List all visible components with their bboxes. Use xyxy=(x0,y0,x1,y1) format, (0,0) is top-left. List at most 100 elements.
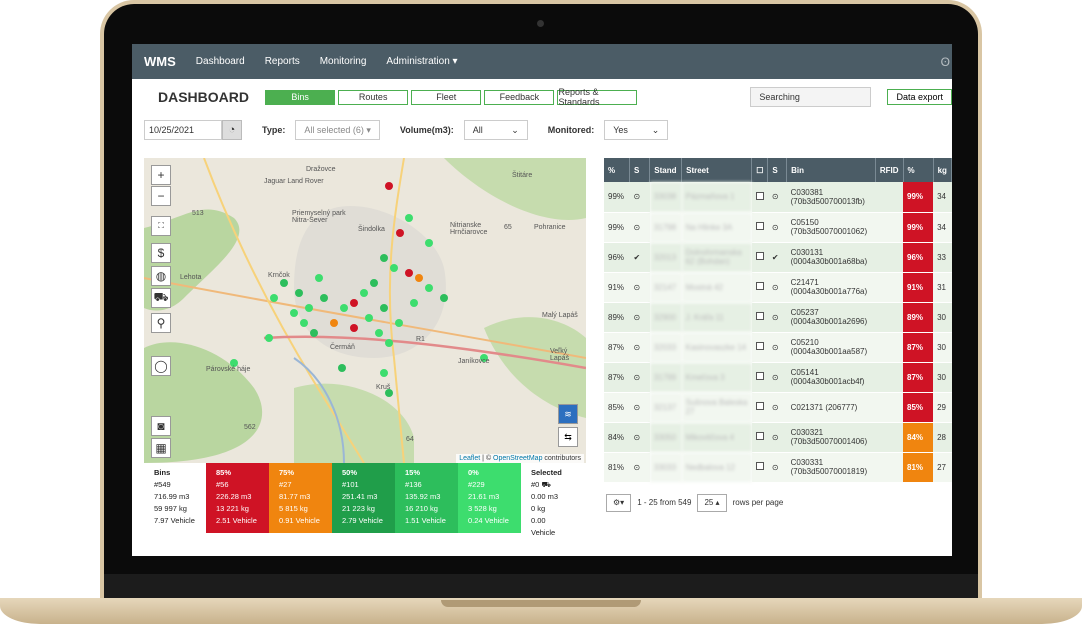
data-export-button[interactable]: Data export xyxy=(887,89,952,105)
type-label: Type: xyxy=(262,125,286,135)
tab-feedback[interactable]: Feedback xyxy=(484,89,555,105)
col-header-bin[interactable]: Bin xyxy=(786,158,876,182)
row-checkbox[interactable] xyxy=(751,242,768,273)
checkbox[interactable] xyxy=(755,282,764,290)
gear-icon[interactable]: ⚙▾ xyxy=(606,493,632,512)
volume-select[interactable]: All ⌄ xyxy=(463,120,528,140)
bins-map[interactable]: Dražovce Jaguar Land Rover Štitáre Priem… xyxy=(144,158,586,463)
stats-level-15[interactable]: 15% #136 135.92 m3 16 210 kg 1.51 Vehicl… xyxy=(395,463,458,533)
nav-dashboard[interactable]: Dashboard xyxy=(196,56,245,67)
search-input[interactable]: Searching xyxy=(750,87,872,107)
row-checkbox[interactable] xyxy=(751,452,768,483)
col-header-kg[interactable]: kg xyxy=(933,158,952,182)
table-row[interactable]: 99% ⊙ 31798 Na Hlinke 3A ⊙ C05150 (70b3d500700… xyxy=(604,212,952,243)
cell-rfid xyxy=(875,272,903,303)
status-icon: ⊙ xyxy=(629,302,650,333)
brand-logo[interactable]: WMS xyxy=(144,54,176,69)
table-row[interactable]: 91% ⊙ 32147 Mostná 42 ⊙ C21471 (0004a30b001a77… xyxy=(604,272,952,303)
page-size-select[interactable]: 25 ▴ xyxy=(697,493,727,512)
fullscreen-icon[interactable]: ⛶ xyxy=(151,216,171,236)
stats-level-50[interactable]: 50% #101 251.41 m3 21 223 kg 2.79 Vehicl… xyxy=(332,463,395,533)
table-row[interactable]: 84% ⊙ 33050 Mikovtičova 4 ⊙ C030321 (70b3d5007… xyxy=(604,422,952,453)
cell-rfid xyxy=(875,422,903,453)
cell-pct2: 84% xyxy=(903,422,934,453)
checkbox[interactable] xyxy=(755,372,764,380)
select-all-checkbox[interactable]: ☐ xyxy=(751,158,769,182)
col-header-pct[interactable]: % xyxy=(604,158,631,182)
cell-pct: 87% xyxy=(604,332,630,363)
col-header-pct2[interactable]: % xyxy=(903,158,934,182)
table-row[interactable]: 96% ✔ 32013 Dolnohrmanska 62 (Bohdan) ✔ C0301… xyxy=(604,242,952,273)
row-checkbox[interactable] xyxy=(751,272,768,303)
cell-pct2: 99% xyxy=(903,182,934,213)
osm-link[interactable]: OpenStreetMap xyxy=(493,455,542,462)
attribution-tail: contributors xyxy=(542,455,581,462)
tab-routes[interactable]: Routes xyxy=(338,89,409,105)
stats-level-85[interactable]: 85% #56 226.28 m3 13 221 kg 2.51 Vehicle xyxy=(206,463,269,533)
monitored-select[interactable]: Yes ⌄ xyxy=(604,120,669,140)
bin-id: C030381 xyxy=(790,187,824,197)
table-row[interactable]: 85% ⊙ 32137 Sušnova Baleska 27 ⊙ C021371 (206… xyxy=(604,392,952,423)
col-header-street[interactable]: Street xyxy=(681,158,753,182)
stats-level-0[interactable]: 0% #229 21.61 m3 3 528 kg 0.24 Vehicle xyxy=(458,463,521,533)
row-checkbox[interactable] xyxy=(751,332,768,363)
tab-fleet[interactable]: Fleet xyxy=(411,89,482,105)
nav-administration[interactable]: Administration ▾ xyxy=(386,56,457,67)
pin-swap-icon[interactable]: ⇆ xyxy=(558,427,578,447)
col-header-status2[interactable]: S xyxy=(767,158,788,182)
stats-level-volume: 251.41 m3 xyxy=(342,492,378,501)
checkbox[interactable] xyxy=(755,402,764,410)
col-header-stand[interactable]: Stand xyxy=(649,158,683,182)
stats-level-75[interactable]: 75% #27 81.77 m3 5 815 kg 0.91 Vehicle xyxy=(269,463,332,533)
truck-icon[interactable]: ⛟ xyxy=(541,480,550,489)
layers-icon[interactable]: ≋ xyxy=(558,404,578,424)
zoom-out-icon[interactable]: − xyxy=(151,186,171,206)
type-select[interactable]: All selected (6) ▾ xyxy=(295,120,380,140)
zoom-in-icon[interactable]: + xyxy=(151,165,171,185)
stats-level-count: #136 xyxy=(405,480,422,489)
table-row[interactable]: 81% ⊙ 33033 Nedbalova 12 ⊙ C030331 (70b3d50070… xyxy=(604,452,952,483)
moneybag-icon[interactable]: $ xyxy=(151,243,171,263)
cell-street: Dolnohrmanska 62 (Bohdan) xyxy=(681,242,752,273)
table-row[interactable]: 87% ⊙ 31799 Kmeťova 3 ⊙ C05141 (0004a30b001acb… xyxy=(604,362,952,393)
tab-reports-standards[interactable]: Reports & Standards xyxy=(557,87,638,107)
table-row[interactable]: 89% ⊙ 32900 J. Kráľa 11 ⊙ C05237 (0004a30b001a… xyxy=(604,302,952,333)
stats-level-weight: 3 528 kg xyxy=(468,504,497,513)
monitored-label: Monitored: xyxy=(547,125,595,135)
lasso-icon[interactable]: ◯ xyxy=(151,356,171,376)
cell-pct: 85% xyxy=(604,392,630,423)
nav-reports[interactable]: Reports xyxy=(265,56,300,67)
checkbox[interactable] xyxy=(755,462,764,470)
screenshot-icon[interactable]: ◙ xyxy=(151,416,171,436)
truck-icon[interactable]: ⛟ xyxy=(151,288,171,308)
table-row[interactable]: 99% ⊙ 33038 Pázmaňova 1 ⊙ C030381 (70b3d500700… xyxy=(604,182,952,213)
cell-street: Sušnova Baleska 27 xyxy=(681,392,752,423)
checkbox[interactable] xyxy=(755,312,764,320)
calendar-icon[interactable]: ◔ xyxy=(222,120,242,140)
nav-monitoring[interactable]: Monitoring xyxy=(320,56,367,67)
globe-icon[interactable]: ◍ xyxy=(151,266,171,286)
user-icon[interactable]: ʘ xyxy=(941,55,950,69)
checkbox[interactable] xyxy=(755,432,764,440)
checkbox[interactable] xyxy=(755,191,764,200)
checkbox[interactable] xyxy=(755,342,764,350)
checkbox[interactable] xyxy=(755,222,764,230)
leaflet-link[interactable]: Leaflet xyxy=(459,455,480,462)
col-header-status[interactable]: S xyxy=(629,158,651,182)
table-row[interactable]: 87% ⊙ 32033 Kasinovaszke 14 ⊙ C05210 (0004a30b… xyxy=(604,332,952,363)
checkbox[interactable] xyxy=(755,252,764,260)
row-checkbox[interactable] xyxy=(751,302,768,333)
bin-icon[interactable]: ⚲ xyxy=(151,313,171,333)
layout-icon[interactable]: ▦ xyxy=(151,438,171,458)
row-checkbox[interactable] xyxy=(751,362,768,393)
map-place-drazovce: Dražovce xyxy=(306,166,336,173)
col-header-rfid[interactable]: RFID xyxy=(875,158,904,182)
cell-rfid xyxy=(875,182,903,213)
map-place-sindolka: Šindolka xyxy=(358,226,385,233)
row-checkbox[interactable] xyxy=(751,392,768,423)
tab-bins[interactable]: Bins xyxy=(265,89,336,105)
row-checkbox[interactable] xyxy=(751,182,768,213)
row-checkbox[interactable] xyxy=(751,212,768,243)
date-input[interactable]: 10/25/2021 xyxy=(144,120,222,140)
row-checkbox[interactable] xyxy=(751,422,768,453)
